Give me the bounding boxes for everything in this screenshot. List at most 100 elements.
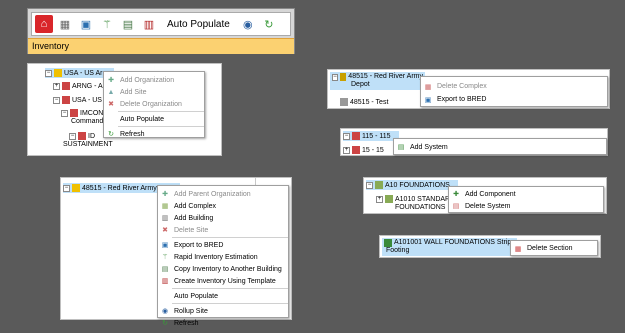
menu-rapid-estimation[interactable]: ⚚ Rapid Inventory Estimation — [158, 251, 288, 263]
complex-context-menu: ▦ Delete Complex ▣ Export to BRED — [420, 76, 608, 107]
tree-node-label-2: Footing — [386, 247, 410, 254]
section-icon — [384, 239, 392, 247]
menu-label: Delete Section — [527, 245, 573, 252]
menu-delete-system[interactable]: ▤ Delete System — [449, 200, 603, 212]
menu-delete-organization[interactable]: ✖ Delete Organization — [104, 98, 204, 110]
menu-export-bred[interactable]: ▣ Export to BRED — [158, 239, 288, 251]
menu-add-complex[interactable]: ▦ Add Complex — [158, 200, 288, 212]
menu-label: Delete System — [465, 202, 511, 210]
collapse-icon[interactable]: − — [366, 181, 373, 189]
expand-icon[interactable]: + — [376, 195, 383, 203]
menu-refresh[interactable]: ↻ Refresh — [104, 128, 204, 140]
tree-node-label-2: FOUNDATIONS — [395, 204, 446, 211]
copy-icon: ▤ — [161, 266, 169, 273]
menu-add-component[interactable]: ✚ Add Component — [449, 188, 603, 200]
menu-label: Refresh — [174, 319, 199, 327]
menu-add-site[interactable]: ▲ Add Site — [104, 86, 204, 98]
tree-node-label: 48515 - Red River Army — [348, 73, 423, 80]
collapse-icon[interactable]: − — [45, 69, 52, 77]
menu-copy-inventory[interactable]: ▤ Copy Inventory to Another Building — [158, 263, 288, 275]
flag-icon — [78, 132, 86, 140]
menu-label: Add Building — [174, 214, 214, 222]
tree-complex-node[interactable]: − 48515 - Red River Army Depot — [330, 72, 425, 90]
building-icon — [352, 146, 360, 154]
tree-item-imcom[interactable]: − IMCON Command — [61, 108, 103, 125]
menu-label: Auto Populate — [174, 292, 218, 300]
tree-item-15[interactable]: + 15 - 15 — [343, 145, 384, 155]
menu-add-system[interactable]: ▤ Add System — [394, 141, 606, 153]
building-context-menu: ▤ Add System — [393, 138, 607, 155]
menu-label: Rollup Site — [174, 307, 208, 315]
building-icon[interactable]: ▦ — [56, 15, 74, 33]
tree-item-arng[interactable]: + ARNG - Ar — [53, 81, 105, 91]
tree-node-label: A101001 WALL FOUNDATIONS Strip — [394, 239, 512, 246]
collapse-icon[interactable]: − — [332, 73, 338, 81]
menu-label: Delete Site — [174, 226, 209, 234]
complex-icon: ▦ — [161, 203, 169, 210]
delete-complex-icon: ▦ — [424, 83, 432, 91]
refresh-icon[interactable]: ↻ — [260, 15, 278, 33]
template-icon: ▥ — [161, 278, 169, 285]
menu-separator — [118, 111, 204, 112]
collapse-icon[interactable]: − — [69, 132, 76, 140]
estimate-icon[interactable]: ⚚ — [98, 15, 116, 33]
menu-label: Add Complex — [174, 202, 217, 210]
image-icon[interactable]: ▣ — [77, 15, 95, 33]
menu-separator — [118, 126, 204, 127]
section-tree-panel: A101001 WALL FOUNDATIONS Strip Footing ▦… — [379, 235, 601, 258]
add-component-icon: ✚ — [453, 191, 459, 198]
tree-section-node[interactable]: A101001 WALL FOUNDATIONS Strip Footing — [382, 238, 517, 256]
menu-label: Export to BRED — [437, 96, 487, 103]
toolbar-ribbon: ⌂ ▦ ▣ ⚚ ▤ ▥ Auto Populate ◉ ↻ — [31, 12, 291, 36]
delete-system-icon: ▤ — [452, 203, 460, 210]
refresh-icon: ↻ — [108, 131, 114, 138]
tree-item-test[interactable]: 48515 - Test — [340, 97, 388, 107]
menu-add-building[interactable]: ▥ Add Building — [158, 212, 288, 224]
menu-delete-site[interactable]: ✖ Delete Site — [158, 224, 288, 236]
flag-icon — [70, 109, 78, 117]
menu-delete-complex[interactable]: ▦ Delete Complex — [421, 80, 607, 93]
copy-icon[interactable]: ▤ — [119, 15, 137, 33]
rollup-icon[interactable]: ◉ — [239, 15, 257, 33]
flag-icon — [62, 96, 70, 104]
collapse-icon[interactable]: − — [63, 184, 70, 192]
expand-icon[interactable]: + — [343, 146, 350, 154]
inventory-tab[interactable]: Inventory — [28, 38, 294, 54]
auto-populate-button[interactable]: Auto Populate — [161, 19, 236, 30]
menu-create-inventory[interactable]: ▥ Create Inventory Using Template — [158, 275, 288, 287]
add-org-icon: ✚ — [162, 191, 168, 198]
tree-node-label: ARNG - Ar — [72, 82, 106, 90]
collapse-icon[interactable]: − — [343, 132, 350, 140]
home-icon[interactable]: ⌂ — [35, 15, 53, 33]
tree-system-node[interactable]: − A10 FOUNDATIONS — [366, 180, 458, 190]
menu-separator — [172, 303, 288, 304]
expand-icon[interactable]: + — [53, 82, 60, 90]
menu-auto-populate[interactable]: Auto Populate — [104, 113, 204, 125]
flag-icon — [54, 69, 62, 77]
template-icon[interactable]: ▥ — [140, 15, 158, 33]
menu-add-organization[interactable]: ✚ Add Organization — [104, 74, 204, 86]
system-icon — [375, 181, 383, 189]
menu-label: Add Organization — [120, 76, 175, 84]
site-context-menu: ✚ Add Parent Organization ▦ Add Complex ▥ A… — [157, 185, 289, 327]
add-system-icon: ▤ — [397, 144, 405, 151]
menu-refresh[interactable]: ↻ Refresh — [158, 317, 288, 329]
tree-node-label-2: Command — [71, 118, 104, 125]
menu-separator — [172, 237, 288, 238]
menu-label: Export to BRED — [174, 241, 224, 249]
menu-export-bred[interactable]: ▣ Export to BRED — [421, 93, 607, 106]
collapse-icon[interactable]: − — [61, 109, 68, 117]
tree-node-label: A1010 STANDAR — [395, 195, 451, 203]
tree-item-usa[interactable]: − USA - US A — [53, 95, 108, 105]
menu-add-parent-organization[interactable]: ✚ Add Parent Organization — [158, 188, 288, 200]
export-icon: ▣ — [424, 96, 432, 104]
menu-auto-populate[interactable]: Auto Populate — [158, 290, 288, 302]
menu-label: Delete Organization — [120, 100, 182, 108]
tree-building-node[interactable]: − 115 - 115 — [343, 131, 399, 141]
menu-label: Add Component — [465, 190, 516, 198]
menu-label: Create Inventory Using Template — [174, 277, 276, 285]
menu-delete-section[interactable]: ▦ Delete Section — [511, 243, 597, 254]
collapse-icon[interactable]: − — [53, 96, 60, 104]
tree-item-a1010[interactable]: + A1010 STANDAR FOUNDATIONS — [376, 194, 450, 211]
menu-rollup-site[interactable]: ◉ Rollup Site — [158, 305, 288, 317]
